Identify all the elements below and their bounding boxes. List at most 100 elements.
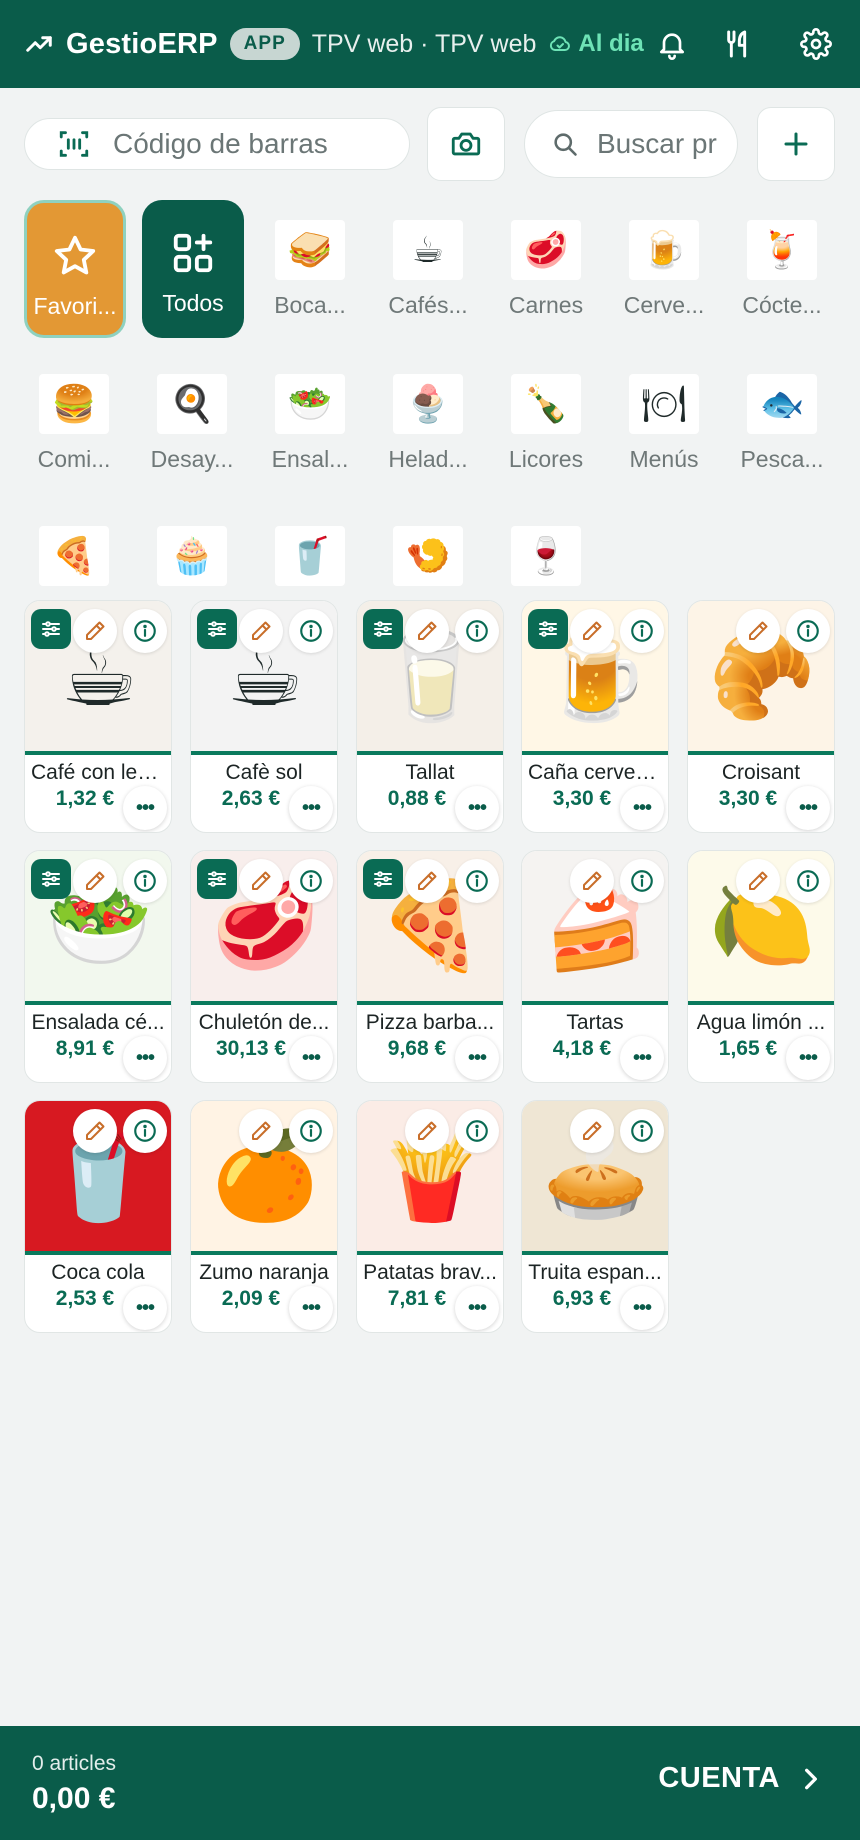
- product-more-button[interactable]: •••: [289, 1286, 333, 1330]
- product-options-button[interactable]: [31, 859, 71, 899]
- gear-icon: [800, 28, 832, 60]
- product-edit-button[interactable]: [73, 609, 117, 653]
- product-edit-button[interactable]: [736, 609, 780, 653]
- product-more-button[interactable]: •••: [620, 1036, 664, 1080]
- barcode-input[interactable]: Código de barras: [24, 118, 410, 170]
- category-item[interactable]: 🍤: [376, 526, 480, 598]
- product-card[interactable]: 🥐 Croisant 3,30 € •••: [687, 600, 835, 833]
- category-item[interactable]: 🥩 Carnes: [494, 220, 598, 319]
- product-options-button[interactable]: [197, 609, 237, 649]
- product-info-button[interactable]: [289, 859, 333, 903]
- category-item[interactable]: 🐟 Pesca...: [730, 374, 834, 473]
- product-more-button[interactable]: •••: [786, 786, 830, 830]
- sync-status: Al dia: [548, 30, 644, 58]
- product-card[interactable]: 🥛 Tallat 0,88 € •••: [356, 600, 504, 833]
- product-edit-button[interactable]: [405, 609, 449, 653]
- product-more-button[interactable]: •••: [289, 786, 333, 830]
- product-card[interactable]: 🥧 Truita espan... 6,93 € •••: [521, 1100, 669, 1333]
- product-search-input[interactable]: Buscar pr: [524, 110, 738, 178]
- product-info-button[interactable]: [455, 609, 499, 653]
- product-edit-button[interactable]: [736, 859, 780, 903]
- category-label: Cócte...: [742, 292, 822, 318]
- more-dots-icon: •••: [467, 1296, 487, 1319]
- category-item[interactable]: 🧁: [140, 526, 244, 598]
- camera-scan-button[interactable]: [427, 107, 505, 181]
- category-item[interactable]: 🍷: [494, 526, 598, 598]
- category-item[interactable]: 🥪 Boca...: [258, 220, 362, 319]
- info-icon: [797, 870, 819, 892]
- settings-button[interactable]: [794, 22, 838, 66]
- product-info-button[interactable]: [123, 859, 167, 903]
- product-options-button[interactable]: [31, 609, 71, 649]
- product-more-button[interactable]: •••: [455, 1036, 499, 1080]
- product-more-button[interactable]: •••: [289, 1036, 333, 1080]
- product-edit-button[interactable]: [570, 1109, 614, 1153]
- notifications-button[interactable]: [650, 22, 694, 66]
- category-item[interactable]: 🍽 Menús: [612, 374, 716, 473]
- product-card[interactable]: 🍋 Agua limón ... 1,65 € •••: [687, 850, 835, 1083]
- product-card[interactable]: 🍟 Patatas brav... 7,81 € •••: [356, 1100, 504, 1333]
- product-options-button[interactable]: [528, 609, 568, 649]
- product-info-button[interactable]: [455, 859, 499, 903]
- category-item[interactable]: 🥗 Ensal...: [258, 374, 362, 473]
- product-info-button[interactable]: [289, 1109, 333, 1153]
- product-info-button[interactable]: [786, 859, 830, 903]
- product-info-button[interactable]: [786, 609, 830, 653]
- product-card[interactable]: 🍰 Tartas 4,18 € •••: [521, 850, 669, 1083]
- product-options-button[interactable]: [363, 859, 403, 899]
- tables-button[interactable]: [716, 22, 760, 66]
- product-edit-button[interactable]: [405, 859, 449, 903]
- product-edit-button[interactable]: [239, 1109, 283, 1153]
- product-edit-button[interactable]: [239, 609, 283, 653]
- product-info-button[interactable]: [123, 1109, 167, 1153]
- category-item[interactable]: 🍹 Cócte...: [730, 220, 834, 319]
- product-more-button[interactable]: •••: [620, 786, 664, 830]
- category-item[interactable]: 🍾 Licores: [494, 374, 598, 473]
- category-item[interactable]: 🍔 Comi...: [22, 374, 126, 473]
- product-info-button[interactable]: [455, 1109, 499, 1153]
- product-edit-button[interactable]: [570, 859, 614, 903]
- product-more-button[interactable]: •••: [786, 1036, 830, 1080]
- product-card[interactable]: ☕ Café con lec... 1,32 € •••: [24, 600, 172, 833]
- product-card[interactable]: 🍊 Zumo naranja 2,09 € •••: [190, 1100, 338, 1333]
- more-dots-icon: •••: [467, 1046, 487, 1069]
- product-card[interactable]: 🍺 Caña cervez... 3,30 € •••: [521, 600, 669, 833]
- more-dots-icon: •••: [301, 1296, 321, 1319]
- product-info-button[interactable]: [620, 859, 664, 903]
- product-card[interactable]: ☕ Cafè sol 2,63 € •••: [190, 600, 338, 833]
- product-info-button[interactable]: [123, 609, 167, 653]
- product-more-button[interactable]: •••: [455, 1286, 499, 1330]
- product-edit-button[interactable]: [570, 609, 614, 653]
- product-info-button[interactable]: [620, 1109, 664, 1153]
- product-edit-button[interactable]: [239, 859, 283, 903]
- product-options-button[interactable]: [197, 859, 237, 899]
- sliders-icon: [42, 621, 60, 637]
- product-info-button[interactable]: [620, 609, 664, 653]
- product-card[interactable]: 🍕 Pizza barba... 9,68 € •••: [356, 850, 504, 1083]
- product-edit-button[interactable]: [73, 859, 117, 903]
- category-item[interactable]: 🍨 Helad...: [376, 374, 480, 473]
- product-edit-button[interactable]: [73, 1109, 117, 1153]
- product-more-button[interactable]: •••: [123, 786, 167, 830]
- search-icon: [554, 133, 577, 156]
- category-all[interactable]: Todos: [142, 200, 244, 338]
- category-item[interactable]: ☕ Cafés...: [376, 220, 480, 319]
- checkout-button[interactable]: CUENTA: [658, 1762, 824, 1795]
- category-item[interactable]: 🍺 Cerve...: [612, 220, 716, 319]
- add-product-button[interactable]: [757, 107, 835, 181]
- product-more-button[interactable]: •••: [455, 786, 499, 830]
- category-favorites[interactable]: Favori...: [24, 200, 126, 338]
- category-item[interactable]: 🥤: [258, 526, 362, 598]
- product-more-button[interactable]: •••: [620, 1286, 664, 1330]
- product-card[interactable]: 🥗 Ensalada cé... 8,91 € •••: [24, 850, 172, 1083]
- product-options-button[interactable]: [363, 609, 403, 649]
- product-card[interactable]: 🥤 Coca cola 2,53 € •••: [24, 1100, 172, 1333]
- category-item[interactable]: 🍳 Desay...: [140, 374, 244, 473]
- product-card[interactable]: 🥩 Chuletón de... 30,13 € •••: [190, 850, 338, 1083]
- product-edit-button[interactable]: [405, 1109, 449, 1153]
- product-more-button[interactable]: •••: [123, 1286, 167, 1330]
- product-more-button[interactable]: •••: [123, 1036, 167, 1080]
- product-info-button[interactable]: [289, 609, 333, 653]
- sliders-icon: [374, 871, 392, 887]
- category-item[interactable]: 🍕: [22, 526, 126, 598]
